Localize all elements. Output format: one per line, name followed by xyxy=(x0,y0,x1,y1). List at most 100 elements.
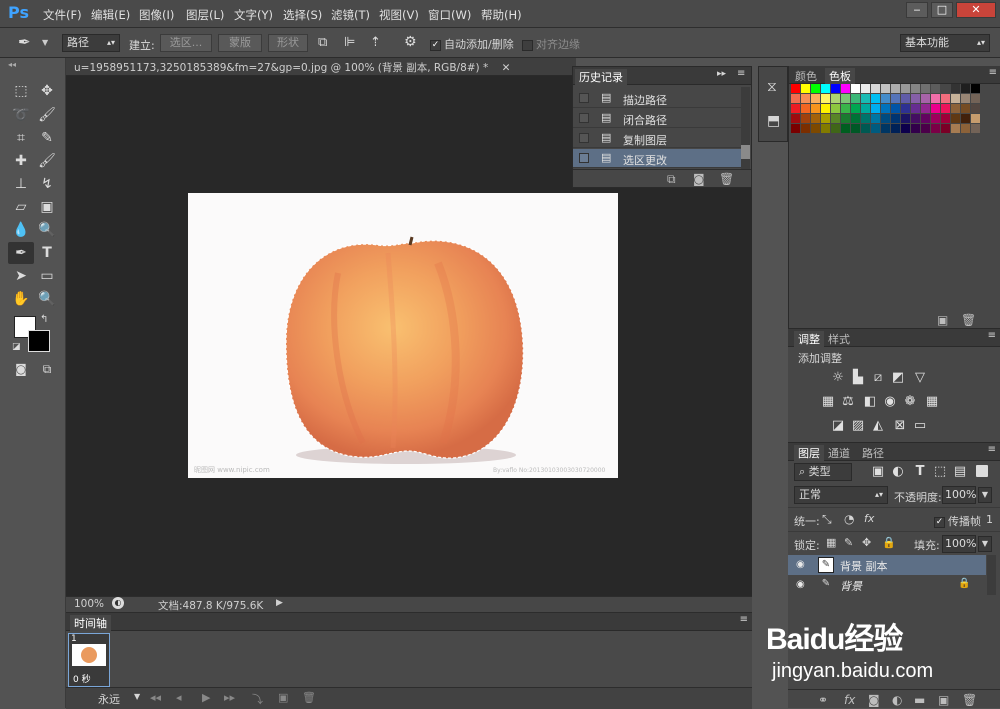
rectangle-tool-icon[interactable]: ▭ xyxy=(34,265,60,287)
propagate-frame-checkbox[interactable]: ✓ 传播帧 xyxy=(934,513,981,529)
close-tab-icon[interactable]: ✕ xyxy=(502,62,511,74)
color-swatch[interactable] xyxy=(841,124,850,133)
color-swatch[interactable] xyxy=(801,124,810,133)
color-swatch[interactable] xyxy=(791,94,800,103)
color-swatch[interactable] xyxy=(861,94,870,103)
history-item-selected[interactable]: ▤ 选区更改 xyxy=(573,149,741,168)
history-source-box[interactable] xyxy=(579,113,589,123)
color-swatch[interactable] xyxy=(851,104,860,113)
color-swatch[interactable] xyxy=(801,114,810,123)
path-arrangement-icon[interactable]: ⇡ xyxy=(370,35,381,50)
hue-saturation-icon[interactable]: ▦ xyxy=(820,395,836,409)
color-swatch[interactable] xyxy=(881,124,890,133)
color-swatch[interactable] xyxy=(831,114,840,123)
unify-visibility-icon[interactable]: ◔ xyxy=(844,512,854,526)
color-swatch[interactable] xyxy=(891,124,900,133)
filter-toggle-icon[interactable] xyxy=(976,465,988,477)
brightness-contrast-icon[interactable]: ☼ xyxy=(830,371,846,385)
color-swatch[interactable] xyxy=(811,104,820,113)
pixel-filter-icon[interactable]: ▣ xyxy=(870,465,886,479)
color-swatch[interactable] xyxy=(941,124,950,133)
color-swatch[interactable] xyxy=(901,94,910,103)
color-swatch[interactable] xyxy=(891,114,900,123)
channels-tab[interactable]: 通道 xyxy=(828,445,850,461)
color-swatch[interactable] xyxy=(871,104,880,113)
history-source-box[interactable] xyxy=(579,133,589,143)
color-swatch[interactable] xyxy=(951,124,960,133)
previous-frame-icon[interactable]: ◂ xyxy=(176,691,182,704)
document-image[interactable]: 昵图网 www.nipic.com By:vaflo No:2013010300… xyxy=(188,193,618,478)
quick-mask-icon[interactable]: ◙ xyxy=(8,358,34,380)
color-swatch[interactable] xyxy=(911,124,920,133)
threshold-icon[interactable]: ◭ xyxy=(870,419,886,433)
history-panel-icon[interactable]: ⧖ xyxy=(767,79,777,95)
color-swatch[interactable] xyxy=(901,114,910,123)
history-item[interactable]: ▤ 描边路径 xyxy=(573,89,741,108)
history-item[interactable]: ▤ 复制图层 xyxy=(573,129,741,148)
history-item[interactable]: ▤ 闭合路径 xyxy=(573,109,741,128)
lock-position-icon[interactable]: ✥ xyxy=(862,536,871,549)
color-swatch[interactable] xyxy=(971,104,980,113)
clone-stamp-tool-icon[interactable]: ⊥ xyxy=(8,173,34,195)
color-swatch[interactable] xyxy=(881,104,890,113)
document-tab[interactable]: u=1958951173,3250185389&fm=27&gp=0.jpg @… xyxy=(66,58,576,76)
status-menu-arrow-icon[interactable]: ▶ xyxy=(276,598,283,608)
color-swatch[interactable] xyxy=(941,84,950,93)
gradient-map-icon[interactable]: ▭ xyxy=(912,419,928,433)
color-swatch[interactable] xyxy=(881,94,890,103)
maximize-button[interactable]: □ xyxy=(931,2,953,18)
color-swatch[interactable] xyxy=(951,104,960,113)
color-swatch[interactable] xyxy=(941,94,950,103)
lock-image-icon[interactable]: ✎ xyxy=(844,536,853,549)
make-selection-button[interactable]: 选区... xyxy=(160,34,212,52)
color-swatch[interactable] xyxy=(911,84,920,93)
color-swatch[interactable] xyxy=(821,114,830,123)
trash-icon[interactable]: 🗑 xyxy=(719,172,734,186)
color-swatch[interactable] xyxy=(911,94,920,103)
blend-mode-select[interactable]: 正常 ▴▾ xyxy=(794,486,888,504)
color-swatch[interactable] xyxy=(861,114,870,123)
path-alignment-icon[interactable]: ⊫ xyxy=(344,35,355,50)
opacity-input[interactable]: 100% xyxy=(942,486,976,504)
layers-tab[interactable]: 图层 xyxy=(794,445,824,461)
color-swatch[interactable] xyxy=(821,124,830,133)
color-swatch[interactable] xyxy=(891,84,900,93)
color-swatch[interactable] xyxy=(791,124,800,133)
history-tab[interactable]: 历史记录 xyxy=(575,69,627,85)
frame-delay[interactable]: 0 秒 xyxy=(73,672,91,685)
color-swatch[interactable] xyxy=(861,104,870,113)
loop-select[interactable]: 永远 xyxy=(98,691,120,707)
color-swatch[interactable] xyxy=(911,114,920,123)
color-swatch[interactable] xyxy=(811,114,820,123)
color-swatch[interactable] xyxy=(871,114,880,123)
panel-menu-icon[interactable]: ≡ xyxy=(988,330,996,341)
lock-transparent-icon[interactable]: ▦ xyxy=(826,536,836,549)
color-swatch[interactable] xyxy=(891,104,900,113)
marquee-tool-icon[interactable]: ⬚ xyxy=(8,80,34,102)
minimize-button[interactable]: ‒ xyxy=(906,2,928,18)
layers-scrollbar[interactable] xyxy=(987,555,996,595)
timeline-tab[interactable]: 时间轴 xyxy=(70,615,111,631)
color-swatch[interactable] xyxy=(961,124,970,133)
color-swatch[interactable] xyxy=(861,124,870,133)
gear-icon[interactable]: ⚙ xyxy=(404,34,417,50)
vibrance-icon[interactable]: ▽ xyxy=(912,371,928,385)
layer-name[interactable]: 背景 副本 xyxy=(840,558,888,574)
move-tool-icon[interactable]: ✥ xyxy=(34,80,60,102)
color-swatch[interactable] xyxy=(961,84,970,93)
chevron-down-icon[interactable]: ▼ xyxy=(134,692,140,701)
menu-file[interactable]: 文件(F) xyxy=(43,7,82,23)
swap-colors-icon[interactable]: ↰ xyxy=(40,314,48,325)
path-mode-select[interactable]: 路径 ▴▾ xyxy=(62,34,120,52)
menu-help[interactable]: 帮助(H) xyxy=(481,7,522,23)
type-tool-icon[interactable]: T xyxy=(34,242,60,264)
channel-mixer-icon[interactable]: ❁ xyxy=(902,395,918,409)
make-mask-button[interactable]: 蒙版 xyxy=(218,34,262,52)
history-source-box[interactable] xyxy=(579,93,589,103)
new-frame-icon[interactable]: ▣ xyxy=(278,691,288,704)
chevron-down-icon[interactable]: ▼ xyxy=(42,38,48,47)
color-swatch[interactable] xyxy=(801,104,810,113)
panel-menu-icon[interactable]: ≡ xyxy=(740,614,748,625)
swatch-grid[interactable] xyxy=(791,84,981,164)
panel-menu-icon[interactable]: ≡ xyxy=(737,68,745,79)
